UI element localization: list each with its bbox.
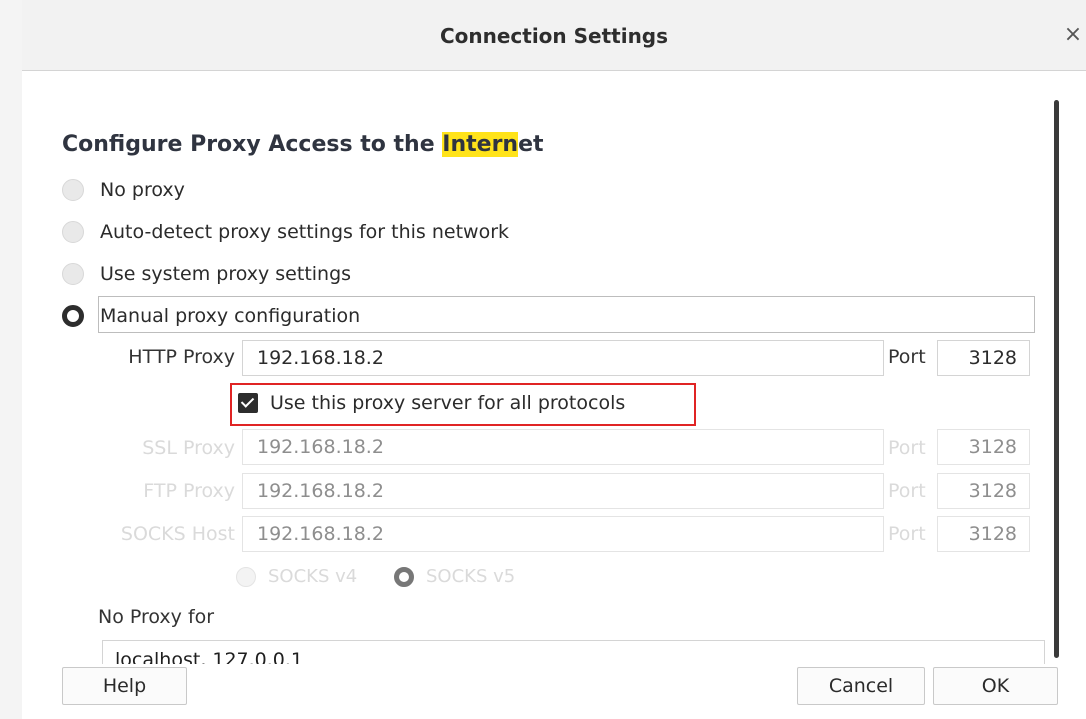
no-proxy-for-label: No Proxy for xyxy=(98,606,215,628)
radio-button-selected[interactable] xyxy=(394,566,414,587)
checkbox-label: Use this proxy server for all protocols xyxy=(270,392,626,414)
http-port-input[interactable]: 3128 xyxy=(937,340,1030,376)
radio-label: Use system proxy settings xyxy=(100,263,352,285)
dialog-title: Connection Settings xyxy=(439,24,669,48)
section-heading: Configure Proxy Access to the Internet xyxy=(62,132,544,157)
help-button[interactable]: Help xyxy=(62,667,187,705)
close-icon[interactable]: × xyxy=(1062,22,1084,47)
radio-label: SOCKS v5 xyxy=(426,566,516,587)
ssl-port-label: Port xyxy=(888,437,926,459)
dialog-titlebar: Connection Settings × xyxy=(22,0,1086,71)
radio-button[interactable] xyxy=(62,263,84,285)
radio-label: SOCKS v4 xyxy=(268,566,358,587)
heading-text-end: et xyxy=(518,132,544,157)
connection-settings-dialog: Connection Settings × Configure Proxy Ac… xyxy=(22,0,1086,719)
radio-label: Auto-detect proxy settings for this netw… xyxy=(100,221,510,243)
radio-system-proxy[interactable]: Use system proxy settings xyxy=(62,259,351,289)
radio-no-proxy[interactable]: No proxy xyxy=(62,175,185,205)
radio-label: No proxy xyxy=(100,179,185,201)
socks-host-label: SOCKS Host xyxy=(120,523,235,545)
radio-button[interactable] xyxy=(62,221,84,243)
scrollbar-thumb[interactable] xyxy=(1054,100,1059,658)
background-window-edge xyxy=(0,0,23,719)
radio-manual-proxy[interactable]: Manual proxy configuration xyxy=(62,301,360,331)
socks-port-label: Port xyxy=(888,523,926,545)
ssl-port-input[interactable]: 3128 xyxy=(937,429,1030,465)
radio-socks-v4[interactable]: SOCKS v4 xyxy=(236,566,357,587)
socks-host-input[interactable]: 192.168.18.2 xyxy=(242,516,884,552)
socks-port-input[interactable]: 3128 xyxy=(937,516,1030,552)
ftp-proxy-input[interactable]: 192.168.18.2 xyxy=(242,473,884,509)
ok-button[interactable]: OK xyxy=(933,667,1058,705)
share-proxy-checkbox-row[interactable]: Use this proxy server for all protocols xyxy=(238,392,625,414)
radio-auto-detect[interactable]: Auto-detect proxy settings for this netw… xyxy=(62,217,509,247)
radio-socks-v5[interactable]: SOCKS v5 xyxy=(394,566,515,587)
ftp-port-input[interactable]: 3128 xyxy=(937,473,1030,509)
cancel-button[interactable]: Cancel xyxy=(797,667,925,705)
ssl-proxy-input[interactable]: 192.168.18.2 xyxy=(242,429,884,465)
heading-text: Configure Proxy Access to the xyxy=(62,132,443,157)
search-highlight: Intern xyxy=(442,132,519,157)
ssl-proxy-label: SSL Proxy xyxy=(142,437,235,459)
checkbox-checked-icon[interactable] xyxy=(238,393,258,413)
ftp-proxy-label: FTP Proxy xyxy=(143,480,235,502)
ftp-port-label: Port xyxy=(888,480,926,502)
radio-button-selected[interactable] xyxy=(62,305,84,327)
http-proxy-input[interactable]: 192.168.18.2 xyxy=(242,340,884,376)
radio-button[interactable] xyxy=(236,566,256,587)
http-proxy-label: HTTP Proxy xyxy=(128,346,235,368)
radio-button[interactable] xyxy=(62,179,84,201)
radio-label: Manual proxy configuration xyxy=(100,305,361,327)
http-port-label: Port xyxy=(888,346,926,368)
